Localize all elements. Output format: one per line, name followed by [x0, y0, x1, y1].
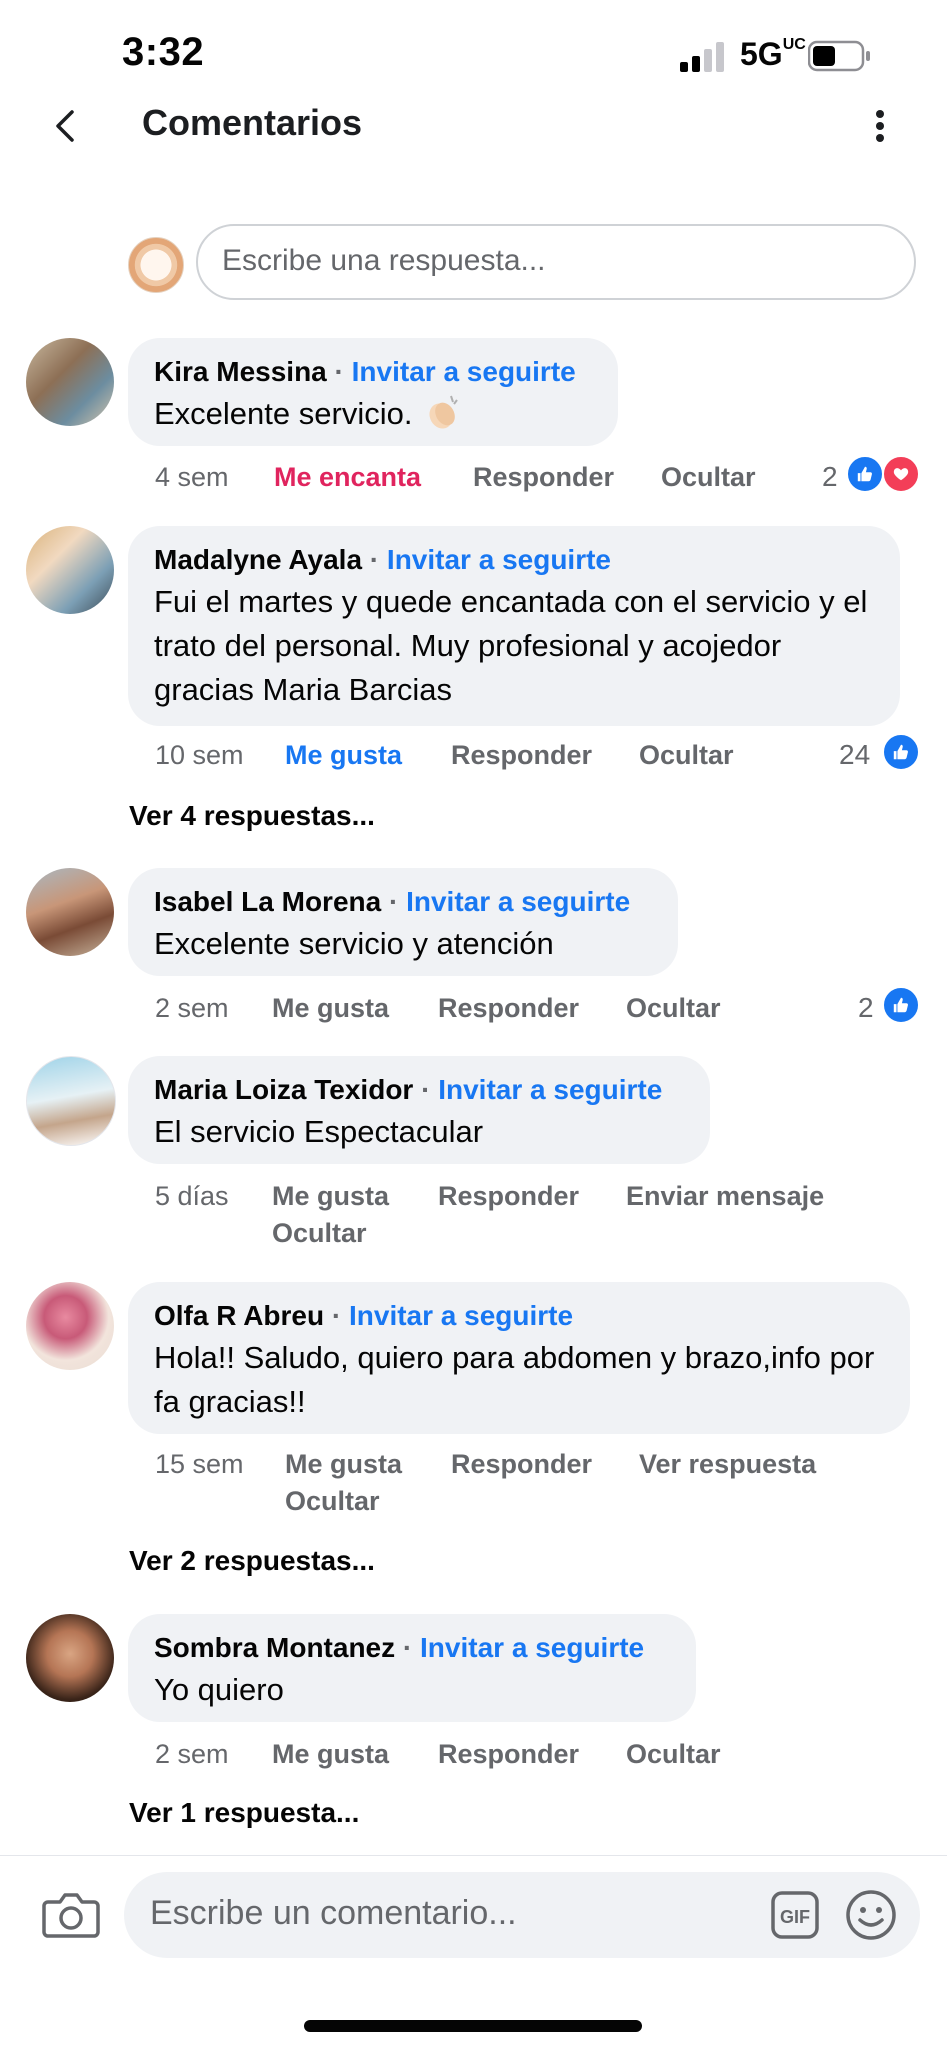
comment-author[interactable]: Maria Loiza Texidor · Invitar a seguirte	[154, 1074, 662, 1106]
reaction-count[interactable]: 2	[822, 461, 838, 493]
invite-link[interactable]: Invitar a seguirte	[352, 356, 576, 387]
comment-author[interactable]: Olfa R Abreu · Invitar a seguirte	[154, 1300, 573, 1332]
view-replies-link[interactable]: Ver 4 respuestas...	[129, 800, 375, 832]
like-icon	[882, 733, 920, 771]
comment-text: El servicio Espectacular	[154, 1114, 484, 1149]
comment-time: 10 sem	[155, 740, 244, 770]
hide-button[interactable]: Ocultar	[626, 993, 721, 1024]
send-message-button[interactable]: Enviar mensaje	[626, 1181, 824, 1212]
comment-time: 2 sem	[155, 993, 229, 1023]
react-button[interactable]: Me gusta	[272, 1739, 389, 1770]
page-avatar	[128, 237, 184, 293]
react-button[interactable]: Me gusta	[272, 993, 389, 1024]
camera-icon[interactable]	[42, 1890, 100, 1940]
reply-placeholder: Escribe una respuesta...	[222, 244, 546, 277]
comment-text: Hola!! Saludo, quiero para abdomen y bra…	[154, 1340, 875, 1419]
comment-time: 2 sem	[155, 1739, 229, 1769]
heart-icon	[882, 455, 920, 493]
more-vertical-icon[interactable]	[866, 104, 894, 148]
view-replies-link[interactable]: Ver 2 respuestas...	[129, 1545, 375, 1577]
comment-text: Excelente servicio.	[154, 392, 461, 436]
reply-button[interactable]: Responder	[438, 1739, 579, 1770]
view-reply-button[interactable]: Ver respuesta	[639, 1449, 816, 1480]
hide-button[interactable]: Ocultar	[285, 1486, 380, 1517]
comment-time: 4 sem	[155, 462, 229, 492]
hide-button[interactable]: Ocultar	[626, 1739, 721, 1770]
avatar[interactable]	[26, 526, 114, 614]
signal-icon	[680, 42, 724, 72]
clap-emoji-icon	[412, 395, 461, 431]
avatar[interactable]	[26, 1056, 116, 1146]
invite-link[interactable]: Invitar a seguirte	[420, 1632, 644, 1663]
reply-button[interactable]: Responder	[473, 462, 614, 493]
emoji-icon[interactable]	[844, 1888, 898, 1942]
comment-text: Fui el martes y quede encantada con el s…	[154, 584, 868, 707]
like-icon	[882, 986, 920, 1024]
reply-button[interactable]: Responder	[451, 1449, 592, 1480]
view-replies-link[interactable]: Ver 1 respuesta...	[129, 1797, 359, 1829]
invite-link[interactable]: Invitar a seguirte	[438, 1074, 662, 1105]
avatar[interactable]	[26, 868, 114, 956]
comment-author[interactable]: Isabel La Morena · Invitar a seguirte	[154, 886, 630, 918]
svg-text:GIF: GIF	[780, 1907, 810, 1927]
comment-text: Yo quiero	[154, 1672, 284, 1707]
back-arrow-icon[interactable]	[48, 104, 84, 148]
hide-button[interactable]: Ocultar	[272, 1218, 367, 1249]
page-title: Comentarios	[142, 102, 363, 143]
hide-button[interactable]: Ocultar	[661, 462, 756, 493]
network-label: 5GUC	[740, 36, 806, 72]
home-indicator[interactable]	[304, 2020, 642, 2032]
react-button[interactable]: Me encanta	[274, 462, 421, 493]
battery-icon	[808, 40, 870, 72]
invite-link[interactable]: Invitar a seguirte	[387, 544, 611, 575]
like-icon	[846, 455, 884, 493]
comment-text: Excelente servicio y atención	[154, 926, 554, 961]
status-time: 3:32	[122, 30, 205, 74]
comment-author[interactable]: Madalyne Ayala · Invitar a seguirte	[154, 544, 611, 576]
react-button[interactable]: Me gusta	[285, 740, 402, 771]
invite-link[interactable]: Invitar a seguirte	[349, 1300, 573, 1331]
reply-button[interactable]: Responder	[438, 1181, 579, 1212]
reaction-count[interactable]: 24	[839, 739, 870, 771]
comment-author[interactable]: Sombra Montanez · Invitar a seguirte	[154, 1632, 644, 1664]
hide-button[interactable]: Ocultar	[639, 740, 734, 771]
avatar[interactable]	[26, 338, 114, 426]
avatar[interactable]	[26, 1614, 114, 1702]
gif-icon[interactable]: GIF	[770, 1890, 820, 1940]
comment-time: 5 días	[155, 1181, 229, 1211]
comment-placeholder: Escribe un comentario...	[150, 1894, 517, 1932]
react-button[interactable]: Me gusta	[285, 1449, 402, 1480]
invite-link[interactable]: Invitar a seguirte	[406, 886, 630, 917]
react-button[interactable]: Me gusta	[272, 1181, 389, 1212]
divider	[0, 1855, 947, 1856]
comment-time: 15 sem	[155, 1449, 244, 1479]
reaction-count[interactable]: 2	[858, 992, 874, 1024]
avatar[interactable]	[26, 1282, 114, 1370]
reply-button[interactable]: Responder	[451, 740, 592, 771]
comment-author[interactable]: Kira Messina · Invitar a seguirte	[154, 356, 576, 388]
reply-button[interactable]: Responder	[438, 993, 579, 1024]
